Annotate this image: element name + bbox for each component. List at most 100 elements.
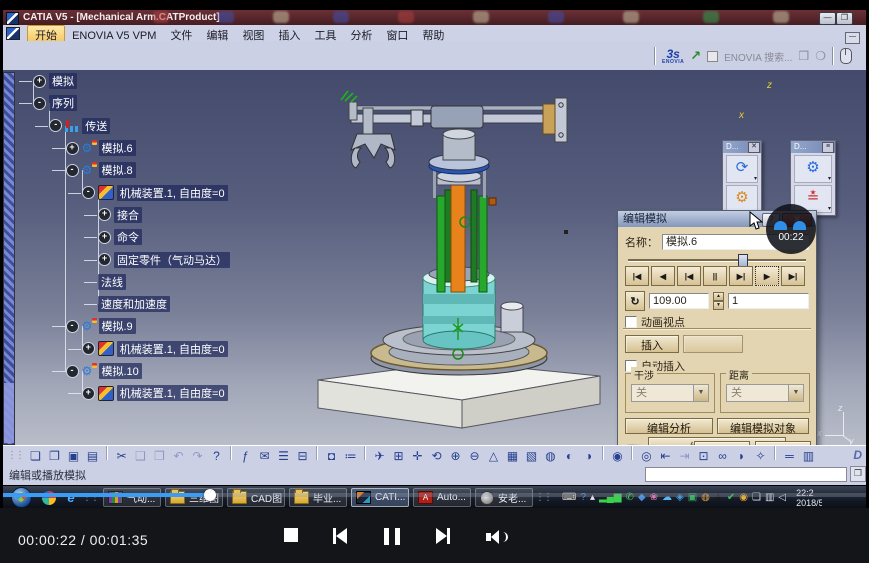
expand-icon[interactable]: + [98, 253, 111, 267]
next-button[interactable] [436, 528, 450, 544]
dropdown-arrow-icon[interactable]: ▼ [788, 385, 803, 401]
measure-between-icon[interactable]: ∞ [714, 448, 731, 464]
open-icon[interactable]: ❐ [46, 448, 63, 464]
tree-item[interactable]: 速度和加速度 [15, 293, 275, 315]
transport-step-backward-button[interactable]: |◀ [677, 266, 701, 286]
tree-item[interactable]: + 模拟.6 [15, 137, 275, 159]
tree-item[interactable]: + 命令 [15, 226, 275, 248]
mdi-minimize-button[interactable]: — [845, 32, 860, 44]
toolbar-grip[interactable]: ⋮⋮ [7, 450, 25, 461]
spin-up-icon[interactable]: ▲ [713, 292, 724, 301]
simulation-gear-icon[interactable]: ⚙ [726, 185, 758, 213]
collapse-icon[interactable]: - [49, 119, 63, 133]
tree-item[interactable]: - 模拟.9 [15, 315, 275, 337]
palette-menu-button[interactable]: ≡ [822, 142, 834, 153]
tree-item[interactable]: + 接合 [15, 204, 275, 226]
tree-item[interactable]: + 固定零件（气动马达） [15, 248, 275, 270]
mechanical-arm-model[interactable] [293, 78, 623, 430]
shaded-icon[interactable]: ◗ [733, 448, 750, 464]
timeline-slider[interactable] [628, 254, 806, 268]
flyout-arrow-icon[interactable]: ▾ [828, 176, 831, 182]
whats-this-icon[interactable]: ? [208, 448, 225, 464]
tree-item[interactable]: + 模拟 [15, 70, 275, 92]
previous-button[interactable] [333, 528, 347, 544]
enovia-transfer-icon[interactable]: ↗ [690, 49, 701, 63]
ruler-icon[interactable]: ═ [781, 448, 798, 464]
formula-icon[interactable]: ƒ [237, 448, 254, 464]
palette-title-bar[interactable]: D... ≡ [791, 141, 835, 153]
rewind-icon[interactable]: ⇤ [657, 448, 674, 464]
video-progress-bar[interactable] [3, 489, 866, 501]
light-icon[interactable]: ✧ [752, 448, 769, 464]
swap-visible-icon[interactable]: ◑ [580, 448, 597, 464]
taskbar-button-person[interactable]: 安老... [475, 488, 533, 507]
fly-icon[interactable]: ✈ [371, 448, 388, 464]
pause-button[interactable] [381, 528, 403, 545]
expand-icon[interactable]: + [81, 386, 95, 400]
capture-device-icon[interactable]: ▥ [800, 448, 817, 464]
spin-down-icon[interactable]: ▼ [713, 301, 724, 310]
insert-mode-button[interactable] [683, 335, 743, 353]
expand-icon[interactable]: + [98, 230, 111, 244]
interference-select[interactable]: 关 ▼ [631, 384, 709, 402]
collapse-icon[interactable]: - [33, 96, 46, 110]
mouse-settings-icon[interactable] [840, 48, 852, 64]
tree-item[interactable]: - 序列 [15, 92, 275, 114]
simulation-player-icon[interactable]: ⟳ ▾ [726, 155, 758, 183]
tree-item[interactable]: - 传送 [15, 115, 275, 137]
stop-button[interactable] [284, 528, 298, 542]
paste-icon[interactable]: ❒ [151, 448, 168, 464]
camera-icon[interactable]: ◉ [609, 448, 626, 464]
undo-icon[interactable]: ↶ [170, 448, 187, 464]
edit-analysis-button[interactable]: 编辑分析 [625, 418, 713, 435]
target-icon[interactable]: ◎ [638, 448, 655, 464]
enovia-search-checkbox[interactable] [707, 50, 719, 62]
comment-icon[interactable]: ✉ [256, 448, 273, 464]
loop-mode-button[interactable]: ↻ [625, 291, 645, 311]
document-icon[interactable] [6, 27, 20, 40]
zoom-out-icon[interactable]: ⊖ [466, 448, 483, 464]
cut-icon[interactable]: ✂ [113, 448, 130, 464]
enovia-tool-icon[interactable]: ❒ [798, 49, 809, 63]
redo-icon[interactable]: ↷ [189, 448, 206, 464]
zoom-box-icon[interactable]: ⊡ [695, 448, 712, 464]
dropdown-arrow-icon[interactable]: ▼ [693, 385, 708, 401]
edit-simulation-objects-button[interactable]: 编辑模拟对象 [717, 418, 809, 435]
minimize-button[interactable]: — [819, 12, 836, 25]
collapse-icon[interactable]: - [65, 364, 79, 378]
flyout-arrow-icon[interactable]: ▾ [754, 176, 757, 182]
tree-item[interactable]: - 模拟.10 [15, 360, 275, 382]
transport-play-backward-button[interactable]: ◀ [651, 266, 675, 286]
3d-viewport[interactable]: +模拟-序列-传送+模拟.6-模拟.8-机械装置.1, 自由度=0+接合+命令+… [3, 70, 866, 465]
distance-select[interactable]: 关 ▼ [726, 384, 804, 402]
volume-icon[interactable] [486, 530, 508, 544]
tree-item[interactable]: - 模拟.8 [15, 159, 275, 181]
taskbar-button-folder[interactable]: CAD图 [227, 488, 285, 507]
mechanism-gears-icon[interactable]: ⚙ ▾ [794, 155, 832, 183]
animate-viewpoint-checkbox[interactable] [625, 316, 637, 328]
collapse-icon[interactable]: - [81, 186, 95, 200]
iso-view-icon[interactable]: ▧ [523, 448, 540, 464]
pan-icon[interactable]: ✛ [409, 448, 426, 464]
collapse-icon[interactable]: - [65, 163, 79, 177]
hide-show-icon[interactable]: ◐ [561, 448, 578, 464]
transport-jump-to-end-button[interactable]: ▶| [781, 266, 805, 286]
taskbar-button-acad[interactable]: Auto... [413, 488, 471, 507]
maximize-button[interactable]: ❐ [836, 12, 853, 25]
collapse-icon[interactable]: - [65, 319, 79, 333]
zoom-in-icon[interactable]: ⊕ [447, 448, 464, 464]
lock-icon[interactable]: ◘ [323, 448, 340, 464]
expand-icon[interactable]: + [98, 208, 111, 222]
tree-item[interactable]: + 机械装置.1, 自由度=0 [15, 338, 275, 360]
fast-forward-icon[interactable]: ⇥ [676, 448, 693, 464]
insert-button[interactable]: 插入 [625, 335, 679, 353]
command-field[interactable] [645, 467, 847, 482]
progress-handle[interactable] [204, 489, 217, 501]
taskbar-clock[interactable]: 22:2 2018/5 [796, 488, 822, 508]
step-field[interactable]: 1 [728, 293, 809, 309]
enovia-tool-icon[interactable]: ❍ [815, 49, 826, 63]
transport-play-forward-button[interactable]: ▶ [755, 266, 779, 286]
expand-icon[interactable]: + [65, 141, 79, 155]
start-button[interactable] [11, 487, 32, 508]
internet-explorer-icon[interactable]: e [63, 490, 79, 506]
